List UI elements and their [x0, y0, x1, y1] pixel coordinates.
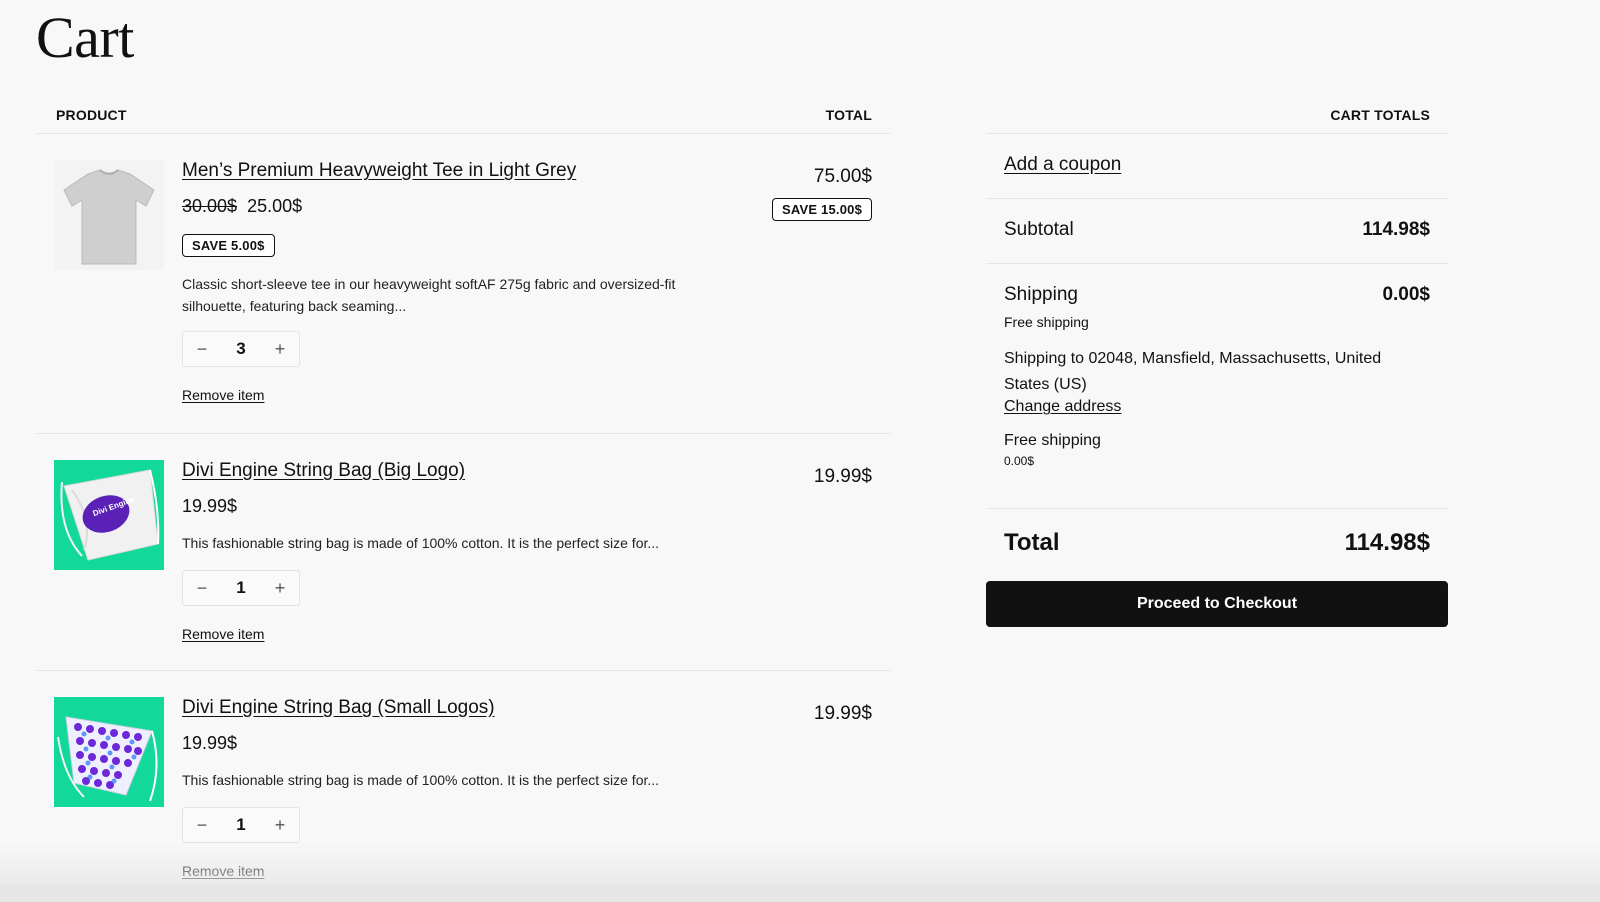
decrease-quantity-button[interactable]: − [193, 815, 211, 836]
product-thumbnail[interactable] [54, 697, 164, 807]
cart-table: PRODUCT TOTAL Men’s Premium Heavyweight … [36, 96, 890, 901]
subtotal-row: Subtotal 114.98$ [986, 199, 1448, 264]
table-header: PRODUCT TOTAL [36, 96, 890, 134]
product-thumbnail[interactable]: Divi Engine [54, 460, 164, 570]
decrease-quantity-button[interactable]: − [193, 339, 211, 360]
cart-totals-panel: CART TOTALS Add a coupon Subtotal 114.98… [986, 96, 1448, 627]
remove-item-link[interactable]: Remove item [182, 387, 264, 403]
order-total-row: Total 114.98$ [986, 509, 1448, 581]
total-column-header: TOTAL [825, 106, 872, 123]
decrease-quantity-button[interactable]: − [193, 578, 211, 599]
product-description: This fashionable string bag is made of 1… [182, 535, 660, 551]
shipping-method: Free shipping [1004, 314, 1089, 330]
proceed-to-checkout-button[interactable]: Proceed to Checkout [986, 581, 1448, 627]
original-price: 30.00$ [182, 196, 238, 216]
remove-item-link[interactable]: Remove item [182, 626, 264, 642]
price-line: 19.99$ [182, 733, 742, 755]
shipping-destination: Shipping to 02048, Mansfield, Massachuse… [1004, 350, 1382, 393]
quantity-stepper: − 1 + [182, 570, 300, 606]
coupon-row: Add a coupon [986, 134, 1448, 199]
string-bag-big-logo-image: Divi Engine [54, 460, 164, 570]
change-address-link[interactable]: Change address [1004, 398, 1121, 416]
increase-quantity-button[interactable]: + [271, 578, 289, 599]
quantity-value[interactable]: 1 [236, 815, 245, 835]
price-line: 30.00$ 25.00$ [182, 196, 742, 218]
shipping-value: 0.00$ [1382, 284, 1430, 305]
sale-price: 25.00$ [247, 196, 303, 216]
product-description: Classic short-sleeve tee in our heavywei… [182, 276, 676, 314]
product-description: This fashionable string bag is made of 1… [182, 772, 660, 788]
line-total-price: 75.00$ [813, 166, 872, 187]
save-badge: SAVE 5.00$ [182, 234, 275, 257]
shipping-row: Shipping 0.00$ Free shipping Shipping to… [986, 264, 1448, 509]
remove-item-link[interactable]: Remove item [182, 863, 264, 879]
line-total: 75.00$ SAVE 15.00$ [771, 166, 872, 221]
line-total: 19.99$ [814, 466, 872, 488]
cart-item: Divi Engine Divi Engine String Bag (Big … [36, 434, 890, 671]
line-save-badge: SAVE 15.00$ [771, 198, 872, 221]
price-line: 19.99$ [182, 496, 742, 518]
quantity-value[interactable]: 3 [236, 339, 245, 359]
product-name-link[interactable]: Men’s Premium Heavyweight Tee in Light G… [182, 160, 576, 182]
free-shipping-label: Free shipping [1004, 432, 1101, 449]
line-total: 19.99$ [814, 703, 872, 725]
product-thumbnail[interactable] [54, 160, 164, 270]
add-coupon-link[interactable]: Add a coupon [1004, 154, 1121, 175]
free-shipping-value: 0.00$ [1004, 454, 1035, 468]
product-column-header: PRODUCT [56, 106, 127, 123]
shipping-label: Shipping [1004, 284, 1078, 305]
subtotal-label: Subtotal [1004, 219, 1074, 240]
total-value: 114.98$ [1344, 529, 1430, 556]
quantity-stepper: − 1 + [182, 807, 300, 843]
line-total-price: 19.99$ [813, 466, 872, 487]
price: 19.99$ [182, 733, 238, 753]
product-name-link[interactable]: Divi Engine String Bag (Small Logos) [182, 697, 495, 719]
tshirt-image [54, 160, 164, 270]
cart-item: Divi Engine String Bag (Small Logos) 19.… [36, 671, 890, 901]
total-label: Total [1004, 529, 1060, 556]
line-total-price: 19.99$ [813, 703, 872, 724]
quantity-stepper: − 3 + [182, 331, 300, 367]
page-title: Cart [36, 5, 134, 70]
increase-quantity-button[interactable]: + [271, 339, 289, 360]
quantity-value[interactable]: 1 [236, 578, 245, 598]
bottom-edge [0, 884, 1600, 902]
cart-totals-header: CART TOTALS [986, 96, 1448, 134]
increase-quantity-button[interactable]: + [271, 815, 289, 836]
subtotal-value: 114.98$ [1362, 219, 1430, 240]
cart-item: Men’s Premium Heavyweight Tee in Light G… [36, 134, 890, 434]
price: 19.99$ [182, 496, 238, 516]
product-name-link[interactable]: Divi Engine String Bag (Big Logo) [182, 460, 465, 482]
string-bag-small-logos-image [54, 697, 164, 807]
